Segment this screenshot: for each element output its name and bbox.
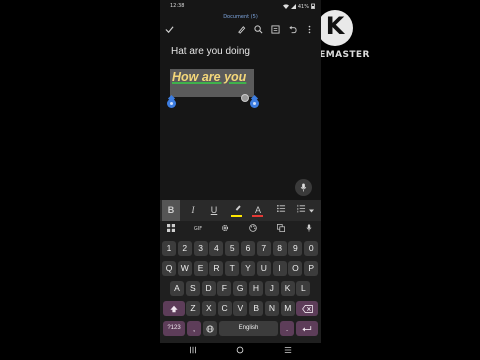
apps-grid-icon[interactable] (164, 224, 178, 235)
number-key-4[interactable]: 4 (209, 241, 224, 256)
letter-key-k[interactable]: K (280, 281, 295, 296)
more-options-icon[interactable] (303, 25, 315, 37)
signal-icon (290, 3, 296, 11)
search-icon[interactable] (252, 25, 264, 37)
keyboard: GIF 1234567890 QWERTYUIOP ASDFGHJKL Z X … (160, 221, 321, 343)
letter-key-e[interactable]: E (193, 261, 208, 276)
comma-key[interactable]: , (187, 321, 201, 336)
font-color-letter: A (254, 205, 261, 215)
letter-key-f[interactable]: F (217, 281, 232, 296)
globe-icon (206, 323, 214, 333)
check-icon[interactable] (163, 25, 175, 37)
letter-key-z[interactable]: Z (186, 301, 200, 316)
toolbar-expand-icon[interactable] (306, 200, 316, 221)
letter-key-g[interactable]: G (233, 281, 248, 296)
font-color-button[interactable]: A (249, 200, 267, 221)
wifi-icon (282, 3, 289, 11)
backspace-key[interactable] (296, 301, 318, 316)
underline-button[interactable]: U (205, 200, 223, 221)
number-key-9[interactable]: 9 (288, 241, 303, 256)
number-key-6[interactable]: 6 (241, 241, 255, 256)
document-title[interactable]: Document (5) (160, 14, 321, 20)
voice-input-button[interactable] (295, 179, 312, 196)
letter-key-r[interactable]: R (209, 261, 224, 276)
recents-icon[interactable] (186, 346, 200, 357)
status-icons: 41% (282, 3, 315, 11)
status-time: 12:38 (170, 3, 185, 9)
number-key-5[interactable]: 5 (225, 241, 240, 256)
translate-icon[interactable] (274, 224, 288, 235)
letter-key-c[interactable]: C (217, 301, 232, 316)
letter-key-v[interactable]: V (233, 301, 248, 316)
letter-key-q[interactable]: Q (162, 261, 176, 276)
letter-key-s[interactable]: S (185, 281, 200, 296)
number-key-7[interactable]: 7 (256, 241, 271, 256)
number-key-0[interactable]: 0 (304, 241, 319, 256)
shift-key[interactable] (163, 301, 185, 316)
letter-key-j[interactable]: J (264, 281, 279, 296)
letter-key-t[interactable]: T (225, 261, 240, 276)
bullet-list-icon[interactable] (272, 200, 290, 221)
selection-end-handle[interactable] (250, 97, 259, 109)
phone-screen: 12:38 41% Document (5) Hat are you doing… (160, 0, 321, 360)
resize-handle[interactable] (241, 94, 249, 102)
language-key[interactable] (203, 321, 217, 336)
selection-start-handle[interactable] (167, 97, 176, 109)
number-key-2[interactable]: 2 (177, 241, 192, 256)
letter-key-h[interactable]: H (249, 281, 263, 296)
battery-percent: 41% (297, 4, 309, 10)
enter-key[interactable] (296, 321, 318, 336)
letter-key-y[interactable]: Y (241, 261, 255, 276)
letter-key-i[interactable]: I (272, 261, 287, 276)
undo-icon[interactable] (286, 25, 298, 37)
document-text-line[interactable]: Hat are you doing (171, 46, 250, 57)
system-nav-bar (160, 343, 321, 360)
letter-key-d[interactable]: D (201, 281, 216, 296)
letter-key-o[interactable]: O (288, 261, 303, 276)
read-mode-icon[interactable] (269, 25, 281, 37)
letter-key-l[interactable]: L (296, 281, 311, 296)
letter-key-w[interactable]: W (177, 261, 192, 276)
space-key[interactable]: English (219, 321, 278, 336)
wordart-textbox[interactable]: How are you (170, 69, 254, 97)
pen-icon[interactable] (235, 25, 247, 37)
keyboard-hide-icon[interactable] (281, 346, 295, 357)
format-toolbar: B I U A (160, 200, 321, 221)
letter-key-x[interactable]: X (201, 301, 216, 316)
highlight-color-swatch (231, 215, 242, 217)
highlighter-icon (233, 205, 242, 215)
status-bar: 12:38 41% (160, 0, 321, 11)
home-icon[interactable] (233, 346, 247, 357)
document-body[interactable]: Hat are you doing How are you (160, 45, 321, 200)
letter-key-a[interactable]: A (170, 281, 184, 296)
microphone-icon[interactable] (302, 224, 316, 235)
gif-button[interactable]: GIF (191, 224, 205, 235)
italic-button[interactable]: I (184, 200, 202, 221)
letter-key-n[interactable]: N (265, 301, 279, 316)
bold-button[interactable]: B (162, 200, 180, 221)
letter-key-b[interactable]: B (249, 301, 264, 316)
app-bar: Document (5) (160, 11, 321, 45)
kinemaster-logo: K (317, 10, 353, 46)
keyboard-toolbar: GIF (160, 221, 321, 238)
wordart-text[interactable]: How are you (172, 70, 246, 84)
font-color-swatch (252, 215, 263, 217)
period-key[interactable]: . (280, 321, 294, 336)
highlight-button[interactable] (228, 200, 246, 221)
letter-key-p[interactable]: P (304, 261, 319, 276)
number-key-3[interactable]: 3 (193, 241, 208, 256)
letter-key-m[interactable]: M (280, 301, 295, 316)
letter-key-u[interactable]: U (256, 261, 271, 276)
palette-icon[interactable] (246, 224, 260, 235)
settings-gear-icon[interactable] (218, 224, 232, 235)
number-key-8[interactable]: 8 (272, 241, 287, 256)
number-key-1[interactable]: 1 (162, 241, 176, 256)
battery-icon (311, 3, 315, 11)
symbols-key[interactable]: ?123 (163, 321, 185, 336)
